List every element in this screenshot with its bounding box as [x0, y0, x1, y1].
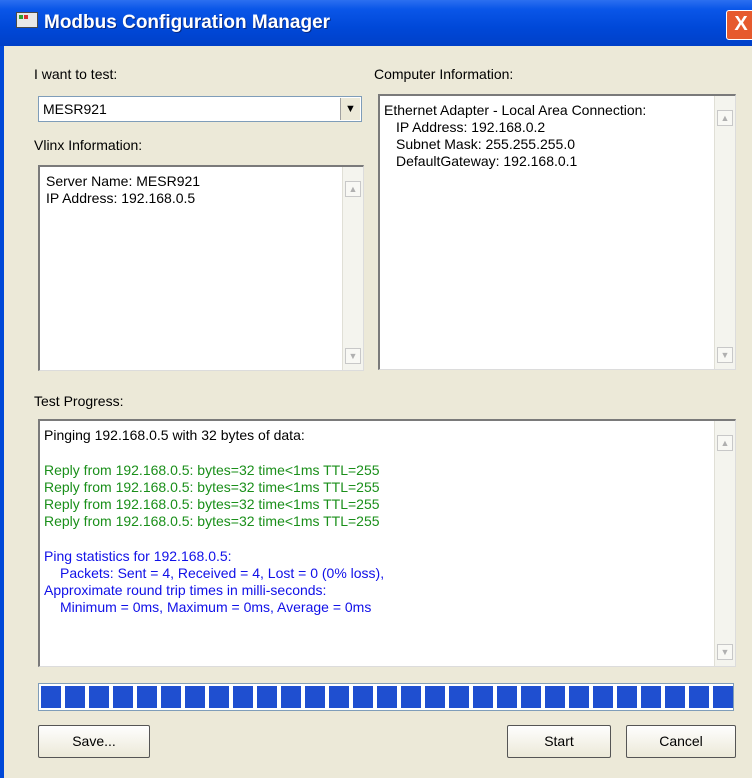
progress-segment	[113, 686, 133, 708]
log-scrollbar[interactable]: ▲ ▼	[714, 421, 735, 666]
progress-segment	[689, 686, 709, 708]
window-border	[0, 46, 4, 778]
test-progress-log[interactable]: Pinging 192.168.0.5 with 32 bytes of dat…	[38, 419, 736, 667]
progress-segment	[593, 686, 613, 708]
chevron-down-icon[interactable]: ▼	[340, 98, 360, 120]
progress-segment	[497, 686, 517, 708]
progress-segment	[281, 686, 301, 708]
progress-segment	[617, 686, 637, 708]
device-select-value: MESR921	[43, 101, 107, 117]
progress-segment	[449, 686, 469, 708]
progress-segment	[425, 686, 445, 708]
save-button[interactable]: Save...	[38, 725, 150, 758]
progress-segment	[665, 686, 685, 708]
ping-header: Pinging 192.168.0.5 with 32 bytes of dat…	[44, 427, 305, 443]
ping-stats-packets: Packets: Sent = 4, Received = 4, Lost = …	[60, 565, 385, 581]
vlinx-info-box[interactable]: Server Name: MESR921 IP Address: 192.168…	[38, 165, 364, 371]
progress-segment	[713, 686, 733, 708]
progress-segment	[257, 686, 277, 708]
scroll-down-icon[interactable]: ▼	[345, 348, 361, 364]
progress-bar	[38, 683, 734, 711]
computer-subnet-mask: Subnet Mask: 255.255.255.0	[396, 136, 576, 152]
ping-reply: Reply from 192.168.0.5: bytes=32 time<1m…	[44, 496, 380, 512]
progress-segment	[329, 686, 349, 708]
progress-segment	[185, 686, 205, 708]
title-bar[interactable]: Modbus Configuration Manager X	[0, 0, 752, 46]
adapter-name: Ethernet Adapter - Local Area Connection…	[384, 102, 647, 118]
progress-segment	[65, 686, 85, 708]
progress-segment	[353, 686, 373, 708]
scroll-up-icon[interactable]: ▲	[717, 110, 733, 126]
dialog-window: Modbus Configuration Manager X I want to…	[0, 0, 752, 778]
progress-segment	[377, 686, 397, 708]
progress-segment	[161, 686, 181, 708]
computer-default-gateway: DefaultGateway: 192.168.0.1	[396, 153, 578, 169]
cancel-button[interactable]: Cancel	[626, 725, 736, 758]
device-select[interactable]: MESR921 ▼	[38, 96, 362, 122]
app-icon	[16, 12, 38, 28]
ping-reply: Reply from 192.168.0.5: bytes=32 time<1m…	[44, 479, 380, 495]
scroll-up-icon[interactable]: ▲	[345, 181, 361, 197]
scroll-down-icon[interactable]: ▼	[717, 347, 733, 363]
computer-scrollbar[interactable]: ▲ ▼	[714, 96, 735, 369]
window-title: Modbus Configuration Manager	[44, 12, 331, 33]
progress-segment	[89, 686, 109, 708]
progress-segment	[641, 686, 661, 708]
ping-stats-rtt-title: Approximate round trip times in milli-se…	[44, 582, 327, 598]
progress-segment	[521, 686, 541, 708]
computer-info-label: Computer Information:	[374, 66, 514, 82]
progress-segment	[569, 686, 589, 708]
vlinx-ip-address: IP Address: 192.168.0.5	[46, 190, 196, 206]
scroll-down-icon[interactable]: ▼	[717, 644, 733, 660]
progress-segment	[305, 686, 325, 708]
progress-segment	[137, 686, 157, 708]
test-progress-label: Test Progress:	[34, 393, 124, 409]
vlinx-server-name: Server Name: MESR921	[46, 173, 201, 189]
scroll-up-icon[interactable]: ▲	[717, 435, 733, 451]
ping-stats-title: Ping statistics for 192.168.0.5:	[44, 548, 232, 564]
ping-reply: Reply from 192.168.0.5: bytes=32 time<1m…	[44, 513, 380, 529]
vlinx-info-label: Vlinx Information:	[34, 137, 143, 153]
close-button[interactable]: X	[726, 10, 752, 40]
ping-reply: Reply from 192.168.0.5: bytes=32 time<1m…	[44, 462, 380, 478]
progress-segment	[473, 686, 493, 708]
test-selector-label: I want to test:	[34, 66, 118, 82]
progress-segment	[41, 686, 61, 708]
progress-segment	[233, 686, 253, 708]
progress-segment	[545, 686, 565, 708]
vlinx-scrollbar[interactable]: ▲ ▼	[342, 167, 363, 370]
computer-ip-address: IP Address: 192.168.0.2	[396, 119, 546, 135]
progress-segment	[401, 686, 421, 708]
computer-info-box[interactable]: Ethernet Adapter - Local Area Connection…	[378, 94, 736, 370]
progress-segment	[209, 686, 229, 708]
ping-stats-rtt-values: Minimum = 0ms, Maximum = 0ms, Average = …	[60, 599, 372, 615]
start-button[interactable]: Start	[507, 725, 611, 758]
